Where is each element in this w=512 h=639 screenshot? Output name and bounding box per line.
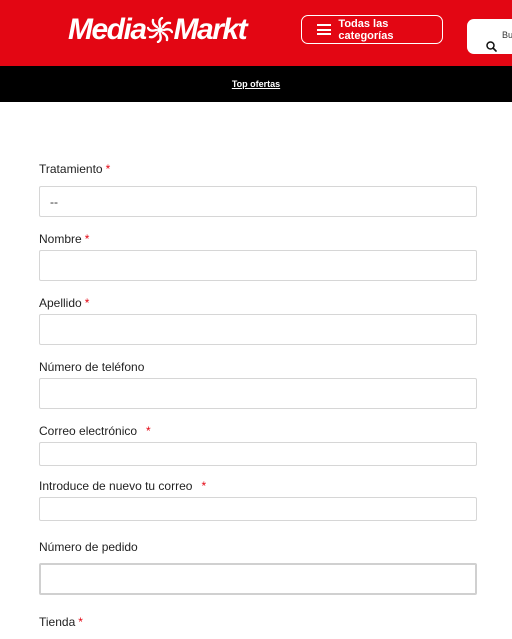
header: Media Markt Todas las categorías Bu xyxy=(0,0,512,66)
logo-swirl-icon xyxy=(146,17,173,43)
tratamiento-value: -- xyxy=(50,194,58,209)
search-placeholder: Bu xyxy=(502,30,512,40)
pedido-label: Número de pedido xyxy=(39,540,138,554)
all-categories-button[interactable]: Todas las categorías xyxy=(301,15,443,44)
required-mark: * xyxy=(146,424,151,438)
order-number-input[interactable] xyxy=(39,563,477,595)
promo-bar: Top ofertas xyxy=(0,66,512,102)
correo-repeat-label: Introduce de nuevo tu correo * xyxy=(39,479,207,493)
mediamarkt-logo[interactable]: Media Markt xyxy=(68,12,248,48)
tratamiento-label: Tratamiento * xyxy=(39,162,111,176)
email-confirm-input[interactable] xyxy=(39,497,477,521)
search-input[interactable]: Bu xyxy=(467,19,512,54)
menu-icon xyxy=(317,24,331,35)
tienda-label: Tienda * xyxy=(39,615,83,629)
apellido-input[interactable] xyxy=(39,314,477,345)
nombre-label: Nombre * xyxy=(39,232,90,246)
logo-text-media: Media xyxy=(68,13,147,46)
search-icon xyxy=(486,41,497,52)
telefono-input[interactable] xyxy=(39,378,477,409)
correo-label: Correo electrónico * xyxy=(39,424,151,438)
tratamiento-select[interactable]: -- xyxy=(39,186,477,217)
email-input[interactable] xyxy=(39,442,477,466)
top-offers-link[interactable]: Top ofertas xyxy=(232,79,280,89)
page: Media Markt Todas las categorías Bu Top … xyxy=(0,0,512,639)
apellido-label: Apellido * xyxy=(39,296,90,310)
all-categories-label: Todas las categorías xyxy=(338,17,394,42)
required-mark: * xyxy=(84,296,90,310)
logo-text-markt: Markt xyxy=(173,13,248,46)
required-mark: * xyxy=(78,615,83,629)
required-mark: * xyxy=(201,479,207,493)
required-mark: * xyxy=(105,162,111,176)
nombre-input[interactable] xyxy=(39,250,477,281)
telefono-label: Número de teléfono xyxy=(39,360,145,374)
required-mark: * xyxy=(84,232,90,246)
